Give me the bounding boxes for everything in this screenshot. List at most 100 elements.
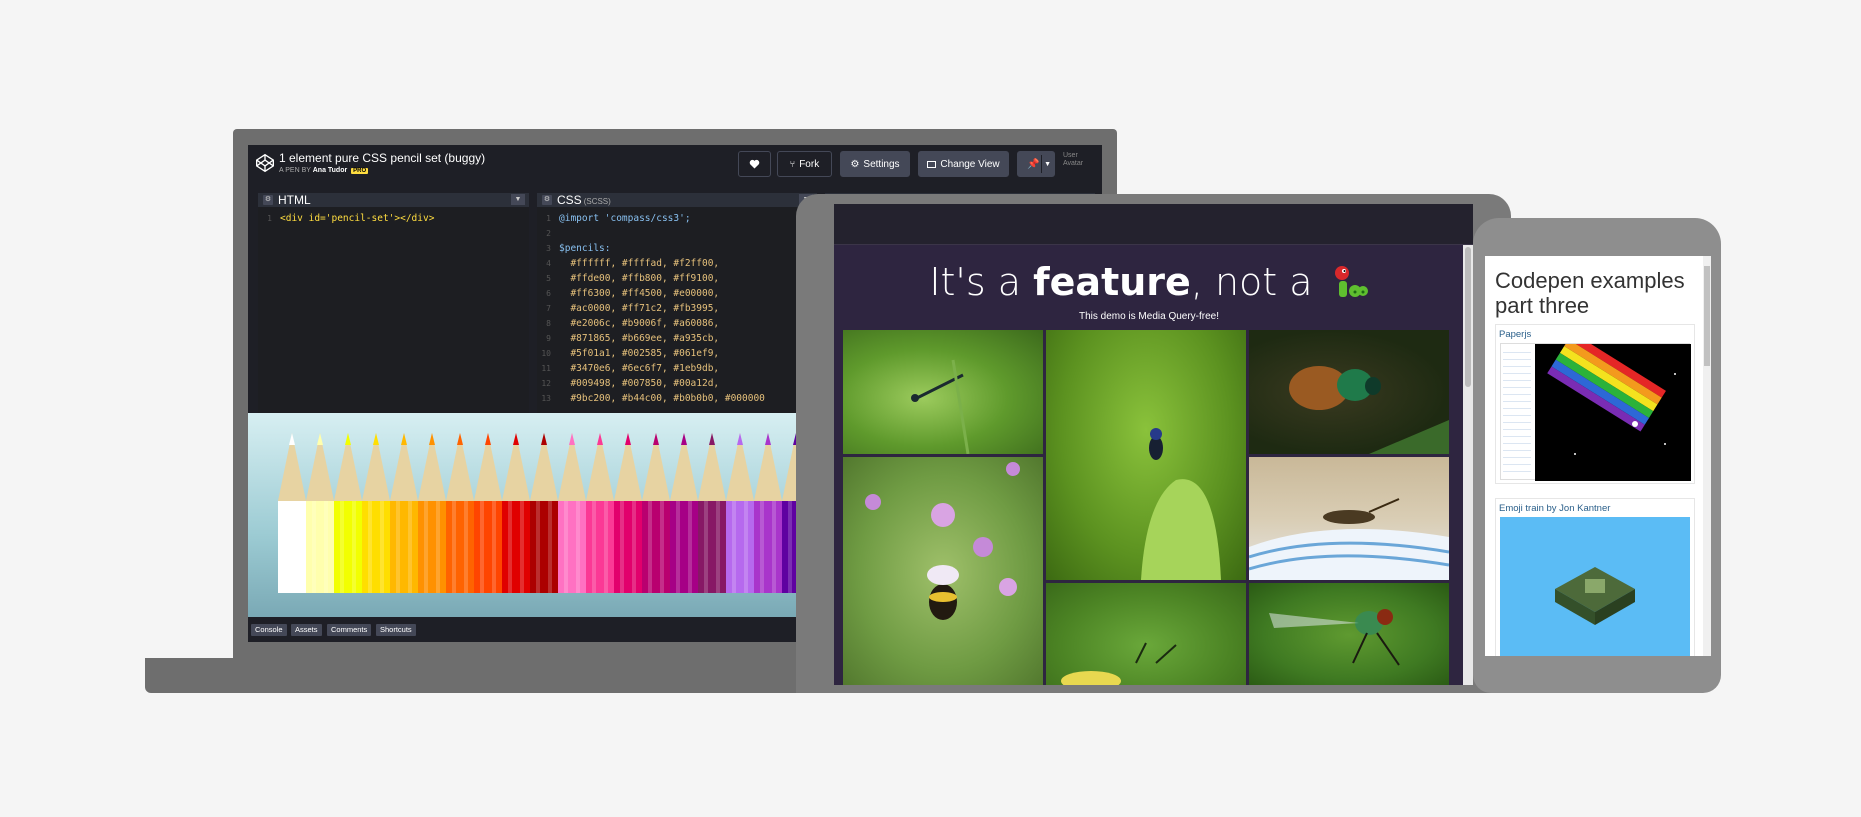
code-text: #ffde00, #ffb800, #ff9100, [559, 273, 720, 284]
css-editor-panel[interactable]: ⚙ CSS(SCSS) ▼ 1 @import 'compass/css3'; 2 3… [537, 193, 817, 413]
code-text: $pencils: [559, 243, 611, 254]
tablet-screen: It's a feature, not a This demo is Media… [834, 204, 1473, 685]
code-text: #3470e6, #6ec6f7, #1eb9db, [559, 363, 720, 374]
headline-post: , not a [1190, 260, 1313, 304]
scrollbar-thumb[interactable] [1704, 266, 1710, 366]
headline-bold: feature [1033, 260, 1191, 304]
user-avatar[interactable]: User Avatar [1063, 152, 1093, 168]
photo-grasshopper[interactable] [1249, 457, 1449, 580]
pencil [446, 433, 474, 593]
pencil [642, 433, 670, 593]
code-text: #871865, #b669ee, #a935cb, [559, 333, 720, 344]
pencil [558, 433, 586, 593]
photo-damselfly[interactable] [843, 330, 1043, 454]
by-prefix: A PEN BY [279, 167, 311, 174]
example-card-emoji-train[interactable]: Emoji train by Jon Kantner [1495, 498, 1695, 656]
pencil [698, 433, 726, 593]
pencil [334, 433, 362, 593]
rainbow-image [1535, 344, 1691, 481]
train-scene-image [1555, 567, 1635, 625]
console-tab[interactable]: Console [251, 624, 287, 636]
fork-icon: ⑂ [789, 159, 796, 169]
fork-button[interactable]: ⑂ Fork [777, 151, 832, 177]
heart-icon [749, 159, 760, 169]
change-view-label: Change View [940, 158, 1000, 170]
line-number: 4 [546, 259, 551, 268]
pin-icon: 📌 [1027, 158, 1040, 170]
pen-title[interactable]: 1 element pure CSS pencil set (buggy) [279, 151, 485, 165]
example-card-paperjs[interactable]: Paperjs [1495, 324, 1695, 484]
code-text: #ac0000, #ff71c2, #fb3995, [559, 303, 720, 314]
line-number: 6 [546, 289, 551, 298]
pencil [474, 433, 502, 593]
html-editor-panel[interactable]: ⚙ HTML ▼ 1 <div id='pencil-set'></div> [258, 193, 529, 413]
css-code-line: 1 @import 'compass/css3'; [537, 211, 817, 226]
pencil [362, 433, 390, 593]
photo-flowers-bee[interactable] [843, 457, 1043, 685]
feature-headline: It's a feature, not a [834, 260, 1464, 304]
pencil [670, 433, 698, 593]
like-button[interactable] [738, 151, 771, 177]
line-number: 12 [541, 379, 551, 388]
css-code-line: 6 #ff6300, #ff4500, #e00000, [537, 286, 817, 301]
editor-settings-icon[interactable]: ⚙ [263, 195, 273, 205]
pen-author-line: A PEN BY Ana Tudor PRO [279, 167, 369, 174]
code-text: #9bc200, #b44c00, #b0b0b0, #000000 [559, 393, 765, 404]
pencil [390, 433, 418, 593]
emoji-train-thumbnail[interactable] [1500, 517, 1690, 656]
pin-button[interactable]: 📌 ▼ [1017, 151, 1055, 177]
css-code-line: 2 [537, 226, 817, 241]
pencil [306, 433, 334, 593]
assets-tab[interactable]: Assets [291, 624, 322, 636]
gear-icon: ⚙ [850, 158, 860, 170]
code-text: #5f01a1, #002585, #061ef9, [559, 348, 720, 359]
comments-tab[interactable]: Comments [327, 624, 372, 636]
shortcuts-tab[interactable]: Shortcuts [376, 624, 416, 636]
tablet-frame: It's a feature, not a This demo is Media… [796, 194, 1511, 693]
editor-settings-icon[interactable]: ⚙ [542, 195, 552, 205]
line-number: 7 [546, 304, 551, 313]
paperjs-thumbnail[interactable] [1500, 343, 1691, 481]
phone-frame: Codepen examples part three Paperjs Emoj… [1473, 218, 1721, 693]
code-text: #ff6300, #ff4500, #e00000, [559, 288, 720, 299]
line-number: 9 [546, 334, 551, 343]
css-code-line: 10 #5f01a1, #002585, #061ef9, [537, 346, 817, 361]
css-code-line: 8 #e2006c, #b9006f, #a60086, [537, 316, 817, 331]
photo-green-leaf[interactable] [1046, 583, 1246, 685]
codepen-header: 1 element pure CSS pencil set (buggy) A … [248, 145, 1102, 185]
chevron-down-icon[interactable]: ▼ [1044, 161, 1051, 168]
tablet-scrollbar[interactable] [1463, 245, 1473, 685]
card-title-emoji-train[interactable]: Emoji train by Jon Kantner [1496, 499, 1694, 518]
split-divider [1041, 155, 1042, 173]
css-code-line: 12 #009498, #007850, #00a12d, [537, 376, 817, 391]
pencil [586, 433, 614, 593]
change-view-button[interactable]: Change View [918, 151, 1009, 177]
photo-beetle[interactable] [1249, 330, 1449, 454]
chevron-down-icon[interactable]: ▼ [511, 194, 525, 205]
css-code-line: 11 #3470e6, #6ec6f7, #1eb9db, [537, 361, 817, 376]
css-code[interactable]: 1 @import 'compass/css3'; 2 3 $pencils: 4 #ff… [537, 211, 817, 413]
pencil [614, 433, 642, 593]
css-code-line: 3 $pencils: [537, 241, 817, 256]
line-number: 8 [546, 319, 551, 328]
scrollbar-thumb[interactable] [1465, 247, 1471, 387]
settings-button[interactable]: ⚙ Settings [840, 151, 910, 177]
pro-badge: PRO [351, 168, 369, 174]
card-title-paperjs[interactable]: Paperjs [1496, 325, 1694, 344]
author-name[interactable]: Ana Tudor [313, 167, 347, 174]
css-code-line: 5 #ffde00, #ffb800, #ff9100, [537, 271, 817, 286]
css-code-line: 13 #9bc200, #b44c00, #b0b0b0, #000000 [537, 391, 817, 406]
pencil [502, 433, 530, 593]
photo-blue-damselfly[interactable] [1046, 330, 1246, 580]
line-number: 13 [541, 394, 551, 403]
code-text: #e2006c, #b9006f, #a60086, [559, 318, 720, 329]
settings-label: Settings [863, 158, 900, 170]
line-number: 3 [546, 244, 551, 253]
code-text: #009498, #007850, #00a12d, [559, 378, 720, 389]
html-code[interactable]: 1 <div id='pencil-set'></div> [258, 211, 529, 413]
css-code-line: 9 #871865, #b669ee, #a935cb, [537, 331, 817, 346]
phone-scrollbar[interactable] [1703, 256, 1711, 656]
css-code-line: 4 #ffffff, #ffffad, #f2ff00, [537, 256, 817, 271]
codepen-logo-icon[interactable] [255, 153, 275, 173]
photo-fly[interactable] [1249, 583, 1449, 685]
